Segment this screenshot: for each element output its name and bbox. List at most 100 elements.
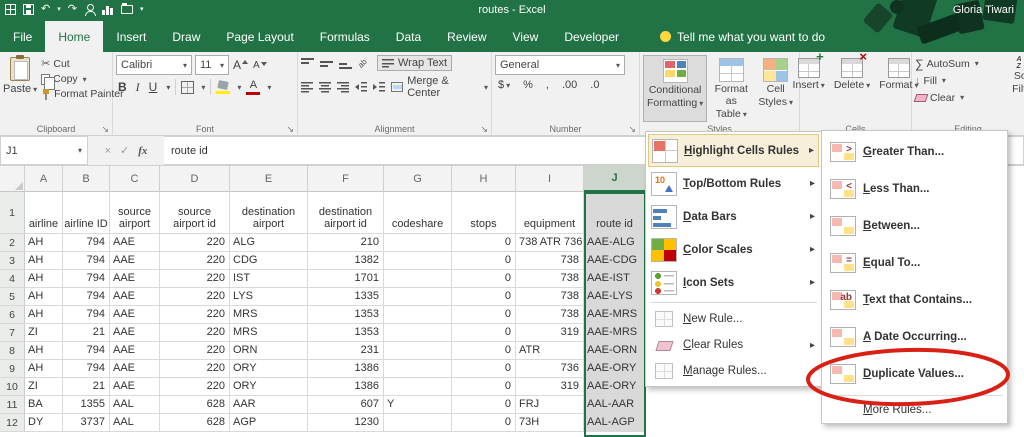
cell[interactable]: AAE-CDG — [584, 252, 646, 270]
user-name[interactable]: Gloria Tiwari — [953, 4, 1014, 16]
cell[interactable]: LYS — [230, 288, 308, 306]
row-number[interactable]: 2 — [0, 234, 25, 252]
cell[interactable]: 0 — [452, 270, 516, 288]
cell[interactable]: 794 — [63, 270, 110, 288]
cell[interactable]: AAE-ORN — [584, 342, 646, 360]
dialog-launcher-icon[interactable]: ↘ — [480, 125, 488, 134]
submenu-item[interactable]: More Rules... — [824, 399, 1005, 421]
cell[interactable]: 794 — [63, 360, 110, 378]
cell[interactable]: 220 — [160, 324, 230, 342]
cell[interactable] — [384, 252, 452, 270]
cell[interactable] — [384, 270, 452, 288]
cell[interactable]: AAE-MRS — [584, 306, 646, 324]
cell[interactable]: AAR — [230, 396, 308, 414]
cell[interactable]: AAL — [110, 414, 160, 432]
paste-button[interactable]: Paste▾ — [3, 55, 37, 100]
cell[interactable]: 794 — [63, 234, 110, 252]
cell[interactable]: 1335 — [308, 288, 384, 306]
header-cell[interactable]: stops — [452, 192, 516, 234]
cell[interactable]: 738 — [516, 288, 584, 306]
cell[interactable]: 607 — [308, 396, 384, 414]
increase-font-icon[interactable] — [232, 58, 249, 72]
align-bottom-icon[interactable] — [339, 58, 352, 69]
cell[interactable]: 220 — [160, 234, 230, 252]
cell[interactable]: ZI — [25, 378, 63, 396]
row-number[interactable]: 11 — [0, 396, 25, 414]
menu-item[interactable]: Manage Rules... ▸ — [648, 358, 819, 384]
select-all-corner[interactable] — [0, 166, 25, 192]
cell[interactable]: 794 — [63, 288, 110, 306]
cell[interactable]: 1386 — [308, 360, 384, 378]
increase-indent-icon[interactable] — [373, 82, 385, 92]
cell[interactable]: 0 — [452, 396, 516, 414]
cell[interactable]: 794 — [63, 306, 110, 324]
cell[interactable]: AGP — [230, 414, 308, 432]
cell[interactable]: 231 — [308, 342, 384, 360]
cell[interactable]: 738 — [516, 252, 584, 270]
cell[interactable]: ZI — [25, 324, 63, 342]
font-family-select[interactable]: Calibri▾ — [116, 55, 192, 75]
tell-me-box[interactable]: Tell me what you want to do — [660, 21, 825, 52]
header-cell[interactable]: destination airport id — [308, 192, 384, 234]
column-header[interactable]: F — [308, 166, 384, 192]
cell[interactable]: 738 — [516, 270, 584, 288]
enter-icon[interactable]: ✓ — [120, 144, 129, 157]
cell[interactable]: FRJ — [516, 396, 584, 414]
submenu-item[interactable]: Between... — [824, 207, 1005, 244]
cell[interactable]: AAE-MRS — [584, 324, 646, 342]
italic-button[interactable]: I — [134, 80, 142, 95]
menu-item[interactable]: New Rule... ▸ — [648, 306, 819, 332]
cell[interactable]: AAE — [110, 342, 160, 360]
cell[interactable]: 220 — [160, 378, 230, 396]
cell[interactable]: 0 — [452, 414, 516, 432]
cell[interactable]: AAL-AAR — [584, 396, 646, 414]
decrease-decimal-button[interactable]: .0 — [587, 79, 602, 91]
dialog-launcher-icon[interactable]: ↘ — [101, 125, 109, 134]
percent-style-button[interactable]: % — [520, 79, 536, 91]
cell[interactable]: 736 — [516, 360, 584, 378]
cell[interactable]: 210 — [308, 234, 384, 252]
cell[interactable]: 319 — [516, 378, 584, 396]
menu-item[interactable]: Highlight Cells Rules ▸ — [648, 134, 819, 167]
menu-item[interactable]: Data Bars ▸ — [648, 200, 819, 233]
format-as-table-button[interactable]: Format as Table▾ — [709, 55, 753, 122]
cut-button[interactable]: ✂Cut — [41, 57, 123, 70]
column-header[interactable]: G — [384, 166, 452, 192]
menu-item[interactable]: Icon Sets ▸ — [648, 266, 819, 299]
font-color-icon[interactable]: A — [246, 80, 260, 95]
cell[interactable]: 628 — [160, 414, 230, 432]
cancel-icon[interactable]: × — [105, 145, 111, 157]
cell[interactable]: 220 — [160, 270, 230, 288]
cell[interactable]: 0 — [452, 360, 516, 378]
cell[interactable]: 738 — [516, 306, 584, 324]
column-header[interactable]: C — [110, 166, 160, 192]
cell[interactable]: ORN — [230, 342, 308, 360]
cell[interactable]: ALG — [230, 234, 308, 252]
cell[interactable]: 220 — [160, 342, 230, 360]
column-header[interactable]: I — [516, 166, 584, 192]
cell[interactable]: BA — [25, 396, 63, 414]
cell[interactable]: 0 — [452, 234, 516, 252]
row-number[interactable]: 5 — [0, 288, 25, 306]
insert-function-icon[interactable]: fx — [138, 145, 147, 157]
cell[interactable]: AH — [25, 306, 63, 324]
ribbon-tab[interactable]: Home — [45, 21, 103, 52]
dialog-launcher-icon[interactable]: ↘ — [286, 125, 294, 134]
cell[interactable]: MRS — [230, 306, 308, 324]
cell[interactable] — [384, 324, 452, 342]
cell[interactable]: 220 — [160, 288, 230, 306]
cell[interactable]: AH — [25, 252, 63, 270]
align-middle-icon[interactable] — [320, 58, 333, 69]
ribbon-tab[interactable]: Data — [383, 21, 434, 52]
align-left-icon[interactable] — [301, 82, 313, 93]
cell[interactable]: AAE — [110, 324, 160, 342]
cell[interactable]: AH — [25, 234, 63, 252]
header-cell[interactable]: destination airport — [230, 192, 308, 234]
column-header[interactable]: D — [160, 166, 230, 192]
header-cell[interactable]: source airport id — [160, 192, 230, 234]
row-number[interactable]: 7 — [0, 324, 25, 342]
accounting-format-button[interactable]: $▾ — [495, 79, 513, 91]
cell[interactable]: AAE-ORY — [584, 378, 646, 396]
cell[interactable] — [384, 414, 452, 432]
cell[interactable]: 0 — [452, 378, 516, 396]
